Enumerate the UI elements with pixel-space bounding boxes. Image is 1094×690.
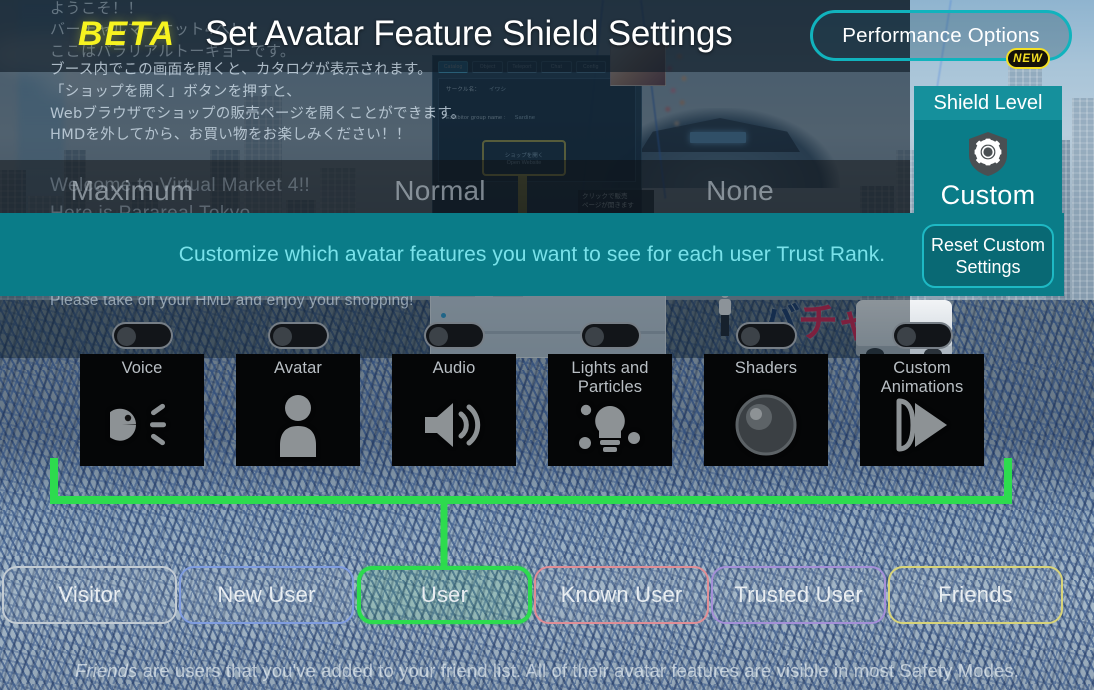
feature-card-custom: Custom Animations [860, 322, 984, 466]
feature-card-lights-and: Lights and Particles [548, 322, 672, 466]
play-animation-icon [860, 392, 984, 458]
building [1072, 98, 1094, 330]
shield-level-value: Custom [940, 180, 1036, 210]
toggle-knob [584, 326, 604, 346]
feature-toggle-shaders[interactable] [735, 322, 797, 349]
toggle-knob [428, 326, 448, 346]
feature-label: Lights and [571, 359, 649, 377]
feature-label: Shaders [734, 359, 798, 377]
feature-card-audio: Audio [392, 322, 516, 466]
trust-rank-label: Trusted User [734, 582, 863, 607]
feature-button-custom[interactable]: Custom Animations [860, 354, 984, 466]
avatar-person-icon [236, 392, 360, 458]
vrchat-shield-settings-screen: Catalog Object Teleport Chat Config i x … [0, 0, 1094, 690]
feature-card-avatar: Avatar [236, 322, 360, 466]
trust-rank-tab-trusted-user[interactable]: Trusted User [711, 566, 886, 624]
preset-label-maximum: Maximum [70, 175, 194, 206]
feature-button-shaders[interactable]: Shaders [704, 354, 828, 466]
trust-rank-tab-user[interactable]: User [357, 566, 532, 624]
feature-button-avatar[interactable]: Avatar [236, 354, 360, 466]
trust-rank-tab-visitor[interactable]: Visitor [2, 566, 177, 624]
lightbulb-icon [548, 392, 672, 458]
feature-toggle-audio[interactable] [423, 322, 485, 349]
trust-rank-description-emphasis: Friends [75, 660, 138, 681]
feature-card-voice: Voice [80, 322, 204, 466]
preset-label-normal: Normal [394, 175, 486, 206]
feature-label: Avatar [274, 359, 322, 377]
speaker-icon [392, 392, 516, 458]
feature-button-lights-and[interactable]: Lights and Particles [548, 354, 672, 466]
feature-toggle-lights-and[interactable] [579, 322, 641, 349]
preset-button-maximum[interactable]: Maximum [52, 172, 212, 210]
voice-icon [80, 392, 204, 458]
trust-rank-tab-new-user[interactable]: New User [179, 566, 354, 624]
performance-options-label: Performance Options [842, 23, 1040, 47]
feature-toggle-avatar[interactable] [267, 322, 329, 349]
sphere-icon [704, 392, 828, 458]
feature-button-audio[interactable]: Audio [392, 354, 516, 466]
instruction-banner-text: Customize which avatar features you want… [178, 243, 886, 266]
feature-card-row: Voice Avatar Audio Lights andParticles [0, 322, 1094, 482]
reset-label-line2: Settings [955, 257, 1021, 277]
world-japanese-body: ブース内でこの画面を開くと、カタログが表示されます。 「ショップを開く」ボタンを… [50, 62, 466, 144]
feature-label: Custom [893, 359, 951, 377]
feature-toggle-custom[interactable] [891, 322, 953, 349]
trust-rank-label: New User [217, 582, 316, 607]
toggle-knob [896, 326, 916, 346]
shield-level-heading: Shield Level [914, 86, 1062, 120]
feature-button-voice[interactable]: Voice [80, 354, 204, 466]
page-title: Set Avatar Feature Shield Settings [205, 14, 733, 53]
trust-rank-description: Friends are users that you've added to y… [0, 660, 1094, 682]
trust-rank-tab-friends[interactable]: Friends [888, 566, 1063, 624]
feature-label: Voice [121, 359, 163, 377]
reset-custom-settings-button[interactable]: Reset Custom Settings [922, 224, 1054, 288]
trust-rank-label: Visitor [58, 582, 121, 607]
toggle-knob [116, 326, 136, 346]
preset-label-none: None [706, 175, 774, 206]
reset-label-line1: Reset Custom [930, 234, 1046, 255]
feature-card-shaders: Shaders [704, 322, 828, 466]
trust-rank-label: User [420, 582, 469, 607]
preset-button-none[interactable]: None [660, 172, 820, 210]
trust-rank-label: Known User [560, 582, 683, 607]
trust-rank-label: Friends [938, 582, 1013, 607]
feature-toggle-voice[interactable] [111, 322, 173, 349]
toggle-knob [740, 326, 760, 346]
new-badge: NEW [1006, 48, 1050, 69]
trust-rank-tab-known-user[interactable]: Known User [534, 566, 709, 624]
preset-button-normal[interactable]: Normal [360, 172, 520, 210]
beta-badge: BETA [78, 15, 177, 53]
toggle-knob [272, 326, 292, 346]
trust-rank-description-text: are users that you've added to your frie… [137, 660, 1019, 681]
feature-label: Audio [432, 359, 476, 377]
shield-gear-icon [966, 130, 1010, 178]
